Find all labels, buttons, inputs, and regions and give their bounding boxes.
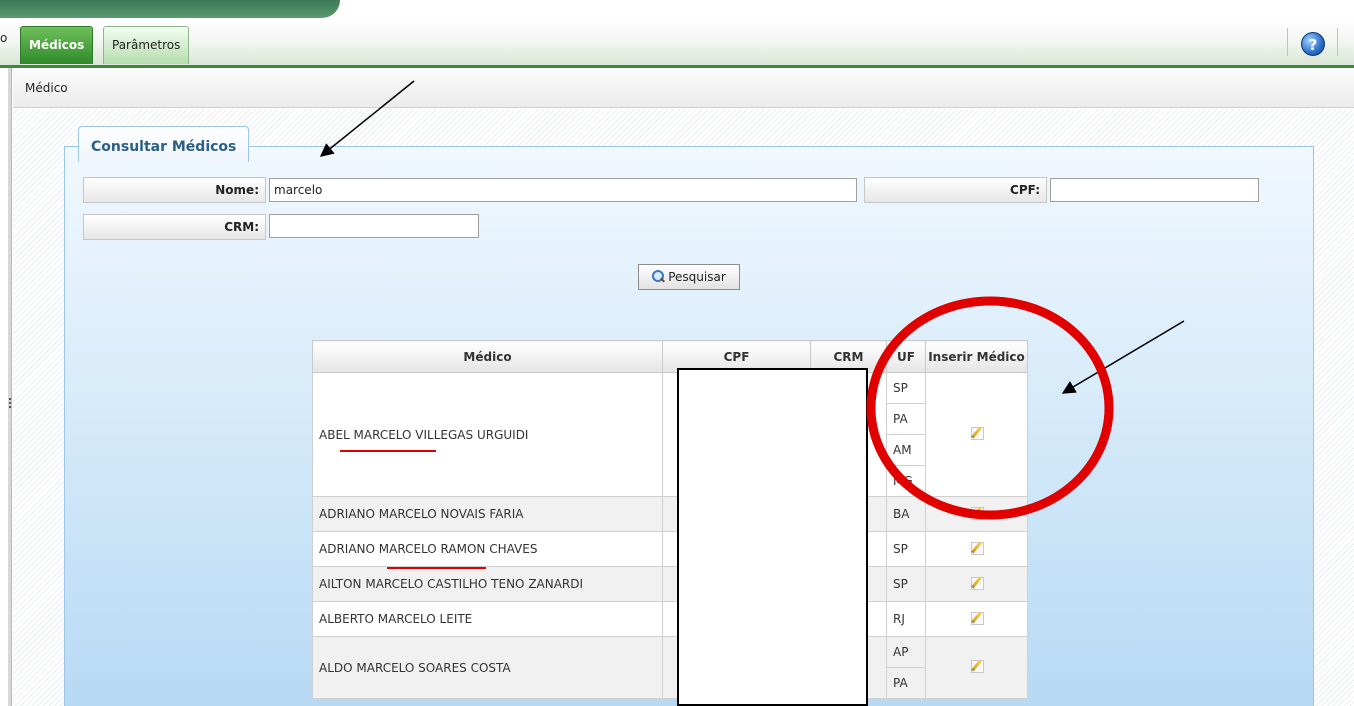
cell-uf: BA [886,496,926,532]
nome-input[interactable] [269,178,857,202]
help-separator-right [1337,28,1338,56]
app-window: o Médicos Parâmetros ? Médico Consultar … [0,0,1354,706]
cpf-label: CPF: [864,177,1047,203]
tab-medicos[interactable]: Médicos [20,26,94,64]
edit-icon[interactable] [970,611,984,625]
crm-input[interactable] [269,214,479,238]
cell-uf: MG [886,465,926,497]
breadcrumb-item: Médico [25,81,68,95]
results-table: Médico CPF CRM UF Inserir Médico ABEL MA… [312,340,1028,699]
table-row: ADRIANO MARCELO RAMON CHAVES SP [312,531,1028,567]
col-medico[interactable]: Médico [312,340,663,373]
cell-uf: AP [886,636,926,668]
header-strip [340,0,1354,9]
cell-uf: PA [886,667,926,699]
cell-inserir [925,566,1028,602]
crm-label: CRM: [83,214,266,240]
cell-inserir [925,636,1028,699]
cell-uf: SP [886,372,926,404]
table-row: ALDO MARCELO SOARES COSTA AP [312,636,1028,699]
col-uf[interactable]: UF [886,340,926,373]
edit-icon[interactable] [970,659,984,673]
cpf-input[interactable] [1050,178,1259,202]
header-banner [0,0,340,18]
breadcrumb: Médico [13,68,1354,108]
splitter-grip-icon[interactable] [9,398,11,408]
help-separator-left [1287,28,1288,56]
help-icon[interactable]: ? [1301,32,1325,56]
table-row: ALBERTO MARCELO LEITE RJ [312,601,1028,637]
col-inserir-medico[interactable]: Inserir Médico [925,340,1028,373]
cell-uf: SP [886,531,926,567]
cell-medico-name: ALDO MARCELO SOARES COSTA [312,636,663,699]
cell-medico-name: ABEL MARCELO VILLEGAS URGUIDI [312,372,663,497]
cell-medico-name: ADRIANO MARCELO RAMON CHAVES [312,531,663,567]
cell-uf: RJ [886,601,926,637]
table-row: AILTON MARCELO CASTILHO TENO ZANARDI SP [312,566,1028,602]
cell-uf: SP [886,566,926,602]
table-header-row: Médico CPF CRM UF Inserir Médico [312,340,1028,373]
cell-inserir [925,496,1028,532]
cell-medico-name: AILTON MARCELO CASTILHO TENO ZANARDI [312,566,663,602]
edit-icon[interactable] [970,426,984,440]
search-icon [652,270,665,283]
cell-uf: PA [886,403,926,435]
tab-parametros[interactable]: Parâmetros [103,26,190,64]
table-row: ADRIANO MARCELO NOVAIS FARIA BA [312,496,1028,532]
table-row: ABEL MARCELO VILLEGAS URGUIDI SP [312,372,1028,497]
cell-medico-name: ALBERTO MARCELO LEITE [312,601,663,637]
nome-label: Nome: [83,177,266,203]
main-tabbar [0,20,1354,68]
search-button-label: Pesquisar [668,270,726,284]
cell-uf: AM [886,434,926,466]
cell-inserir [925,531,1028,567]
redaction-box [677,368,868,706]
edit-icon[interactable] [970,576,984,590]
left-splitter[interactable] [8,68,12,706]
tab-partial[interactable]: o [0,20,7,56]
cell-inserir [925,372,1028,497]
edit-icon[interactable] [970,506,984,520]
cell-inserir [925,601,1028,637]
panel-title: Consultar Médicos [78,126,250,162]
search-button[interactable]: Pesquisar [638,264,740,290]
cell-medico-name: ADRIANO MARCELO NOVAIS FARIA [312,496,663,532]
edit-icon[interactable] [970,541,984,555]
